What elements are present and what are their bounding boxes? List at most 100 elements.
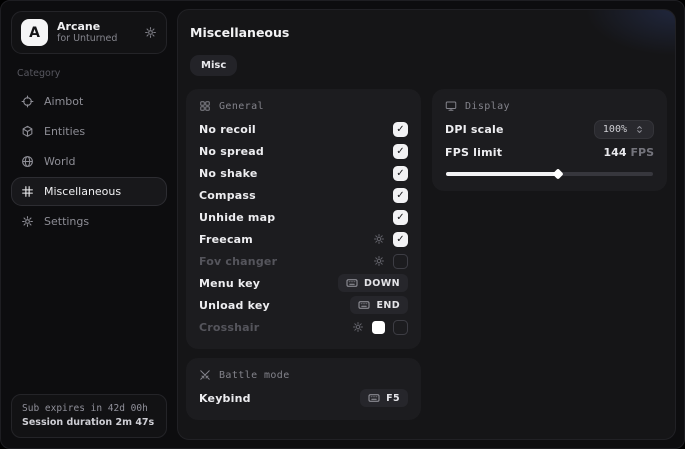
sidebar-item-entities[interactable]: Entities (11, 117, 167, 146)
setting-row: KeybindF5 (199, 387, 408, 409)
row-controls: DOWN (338, 274, 408, 292)
left-column: General No recoil✓No spread✓No shake✓Com… (186, 89, 421, 420)
row-controls: ✓ (373, 232, 408, 247)
sidebar-item-label: Aimbot (44, 95, 83, 108)
battle-mode-rows: KeybindF5 (199, 387, 408, 409)
sidebar-item-label: World (44, 155, 76, 168)
checkbox[interactable]: ✓ (393, 122, 408, 137)
setting-row: Unhide map ✓ (199, 206, 408, 228)
fps-slider-fill (446, 172, 558, 176)
sidebar-item-aimbot[interactable]: Aimbot (11, 87, 167, 116)
fps-limit-row: FPS limit 144 FPS (445, 141, 654, 164)
setting-row: Freecam ✓ (199, 228, 408, 250)
category-label: Category (17, 68, 167, 79)
sidebar-item-label: Entities (44, 125, 85, 138)
battle-mode-panel: Battle mode KeybindF5 (186, 358, 421, 420)
setting-label: Menu key (199, 277, 260, 290)
grid-icon (21, 185, 34, 198)
keybind-label: F5 (386, 393, 400, 404)
setting-label: Unhide map (199, 211, 275, 224)
keybind-label: DOWN (364, 278, 400, 289)
setting-label: Compass (199, 189, 256, 202)
fps-limit-value: 144 FPS (604, 146, 654, 159)
setting-label: DPI scale (445, 123, 504, 136)
sidebar-item-miscellaneous[interactable]: Miscellaneous (11, 177, 167, 206)
sidebar-item-label: Miscellaneous (44, 185, 121, 198)
checkbox[interactable]: ✓ (393, 232, 408, 247)
general-panel: General No recoil✓No spread✓No shake✓Com… (186, 89, 421, 349)
monitor-icon (445, 100, 457, 112)
checkbox[interactable] (393, 320, 408, 335)
sidebar-item-world[interactable]: World (11, 147, 167, 176)
tab-misc[interactable]: Misc (190, 55, 237, 76)
app-meta: Arcane for Unturned (57, 20, 117, 46)
gear-icon[interactable] (373, 233, 385, 245)
gear-icon[interactable] (352, 321, 364, 333)
checkbox[interactable]: ✓ (393, 166, 408, 181)
keybind-label: END (376, 300, 400, 311)
chevrons-up-down-icon (634, 124, 645, 135)
panel-columns: General No recoil✓No spread✓No shake✓Com… (186, 89, 667, 420)
right-column: Display DPI scale 100% FPS limit 144 (432, 89, 667, 191)
setting-label: Unload key (199, 299, 270, 312)
app-header: A Arcane for Unturned (11, 11, 167, 54)
row-controls: ✓ (393, 166, 408, 181)
setting-row: Compass ✓ (199, 184, 408, 206)
swords-icon (199, 369, 211, 381)
gear-icon[interactable] (144, 26, 157, 39)
main-content: Miscellaneous Misc General No recoil✓No … (177, 9, 676, 440)
keybind-button[interactable]: END (350, 296, 408, 314)
setting-row: No shake ✓ (199, 162, 408, 184)
app-name: Arcane (57, 20, 117, 34)
setting-label: Fov changer (199, 255, 277, 268)
entities-icon (21, 125, 34, 138)
keybind-button[interactable]: F5 (360, 389, 408, 407)
general-panel-header: General (199, 100, 408, 112)
dpi-scale-value: 100% (603, 124, 627, 135)
battle-mode-panel-header: Battle mode (199, 369, 408, 381)
keybind-button[interactable]: DOWN (338, 274, 408, 292)
crosshair-icon (21, 95, 34, 108)
checkbox[interactable]: ✓ (393, 210, 408, 225)
row-controls (373, 254, 408, 269)
setting-label: No shake (199, 167, 257, 180)
display-panel: Display DPI scale 100% FPS limit 144 (432, 89, 667, 191)
row-controls: F5 (360, 389, 408, 407)
setting-label: FPS limit (445, 146, 502, 159)
panel-title: Display (465, 101, 510, 112)
sidebar-item-settings[interactable]: Settings (11, 207, 167, 236)
sub-expiry-text: Sub expires in 42d 00h (22, 402, 156, 416)
page-title: Miscellaneous (190, 25, 667, 40)
color-swatch[interactable] (372, 321, 385, 334)
row-controls: ✓ (393, 188, 408, 203)
checkbox[interactable]: ✓ (393, 188, 408, 203)
setting-row: Unload key END (199, 294, 408, 316)
subscription-card: Sub expires in 42d 00h Session duration … (11, 394, 167, 438)
checkbox[interactable]: ✓ (393, 144, 408, 159)
globe-icon (21, 155, 34, 168)
row-controls: ✓ (393, 144, 408, 159)
row-controls: END (350, 296, 408, 314)
app-window: A Arcane for Unturned Category Aimbot Ent… (0, 0, 685, 449)
fps-slider[interactable] (446, 172, 653, 176)
dpi-scale-select[interactable]: 100% (594, 120, 654, 139)
setting-label: No recoil (199, 123, 256, 136)
keyboard-icon (368, 392, 380, 404)
checkbox[interactable] (393, 254, 408, 269)
keyboard-icon (358, 299, 370, 311)
sidebar-nav: Aimbot Entities World Miscellaneous Settings (11, 87, 167, 237)
layout-grid-icon (199, 100, 211, 112)
fps-slider-thumb[interactable] (552, 168, 563, 179)
row-controls: ✓ (393, 122, 408, 137)
keyboard-icon (346, 277, 358, 289)
session-duration-text: Session duration 2m 47s (22, 416, 156, 430)
app-subtitle: for Unturned (57, 33, 117, 45)
gear-icon[interactable] (373, 255, 385, 267)
panel-title: General (219, 101, 264, 112)
setting-label: Freecam (199, 233, 253, 246)
setting-row: Menu key DOWN (199, 272, 408, 294)
app-logo: A (21, 19, 48, 46)
setting-row: Fov changer (199, 250, 408, 272)
row-controls (352, 320, 408, 335)
setting-row: Crosshair (199, 316, 408, 338)
